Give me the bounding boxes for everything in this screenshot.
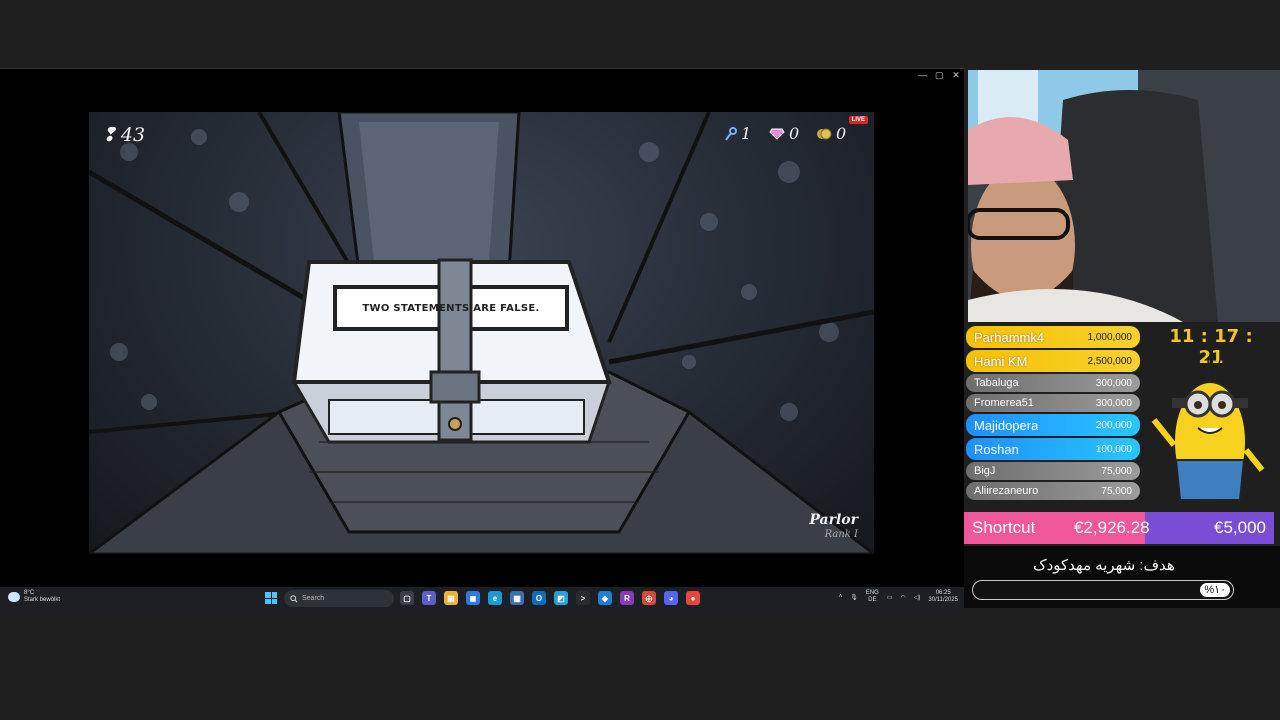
language-indicator[interactable]: ENG DE [866,590,879,604]
donor-name: Majidopera [974,417,1039,433]
donor-name: Hami KM [974,353,1028,369]
donor-name: Tabaluga [974,377,1019,389]
pinned-apps: ▢ T ▤ ◼ e ▦ O ◩ > ◆ R ◎ ◕ ● [400,591,700,605]
footsteps-icon: ❢ [101,124,117,146]
goal-target-amount: €5,000 [1214,518,1266,537]
teams-icon[interactable]: T [422,591,436,605]
task-view-icon[interactable]: ▢ [400,591,414,605]
file-explorer-icon[interactable]: ▤ [444,591,458,605]
sub-goal-progress-track: %۱۰ [972,580,1234,600]
leaderboard-row: Majidopera 200,000 [966,414,1140,436]
outlook-icon[interactable]: O [532,591,546,605]
close-icon[interactable]: ✕ [952,70,960,81]
keys-value: 1 [741,124,752,143]
leaderboard-row: Tabaluga 300,000 [966,374,1140,392]
steps-value: 43 [120,124,146,146]
volume-icon[interactable]: ◁) [914,594,921,601]
live-badge: LIVE [848,116,868,124]
sub-goal-percent: %۱۰ [1200,583,1230,597]
search-icon [290,594,298,603]
windows-taskbar: 8°C Stark bewölkt Search ▢ T ▤ ◼ e ▦ O ◩ > ◆ R ◎ ◕ ● … [0,587,964,611]
donation-leaderboard: Parhammk4 1,000,000 Hami KM 2,500,000 Tabalu… [964,326,1140,502]
edge-icon[interactable]: e [488,591,502,605]
steps-counter: ❢ 43 [101,124,145,146]
leaderboard-row: Fromerea51 300,000 [966,394,1140,412]
donation-amount: 100,000 [1095,443,1132,455]
maximize-icon[interactable]: ▢ [935,70,944,81]
coins-icon [817,128,832,139]
leaderboard-row: BigJ 75,000 [966,462,1140,480]
key-icon [725,126,737,141]
taskbar-clock[interactable]: 06:25 30/11/2025 [928,590,958,604]
donation-amount: 300,000 [1095,377,1132,389]
terminal-icon[interactable]: > [576,591,590,605]
leaderboard-row: Parhammk4 1,000,000 [966,326,1140,348]
sub-goal-widget: هدف: شهریه مهدکودک %۱۰ [964,546,1280,608]
captured-desktop-window: — ▢ ✕ TWO STATEMENTS ARE FALSE. ❢ 43 1 0… [0,68,964,610]
taskbar-date: 30/11/2025 [928,597,958,603]
keyboard-layout: DE [868,597,877,603]
keys-counter: 1 [725,124,751,143]
weather-widget[interactable]: 8°C Stark bewölkt [8,590,60,604]
app-icon[interactable]: ▦ [510,591,524,605]
cloud-icon [8,592,20,602]
donor-name: Roshan [974,441,1019,457]
leaderboard-row: Roshan 100,000 [966,438,1140,460]
search-placeholder: Search [302,595,325,602]
donation-amount: 200,000 [1095,419,1132,431]
donor-name: Aliirezaneuro [974,485,1039,497]
app-icon[interactable]: ◎ [642,591,656,605]
room-name: Parlor [809,512,858,528]
monitor-icon[interactable]: ▭ [887,594,893,601]
leaderboard-row: Aliirezaneuro 75,000 [966,482,1140,500]
store-icon[interactable]: ◼ [466,591,480,605]
rider-icon[interactable]: R [620,591,634,605]
sub-goal-label: هدف: شهریه مهدکودک [1033,557,1175,574]
donation-amount: 2,500,000 [1087,355,1133,367]
donation-amount: 300,000 [1095,397,1132,409]
taskbar-time: 06:25 [935,590,951,596]
leaderboard-row: Hami KM 2,500,000 [966,350,1140,372]
donor-name: BigJ [974,465,996,477]
app-icon[interactable]: ◩ [554,591,568,605]
goal-current-amount: €2,926.28 [1074,518,1150,537]
room-rank: Rank I [824,529,858,540]
parlor-scene [89,112,874,554]
game-viewport[interactable]: TWO STATEMENTS ARE FALSE. ❢ 43 1 0 0 LIV… [89,112,874,554]
chevron-up-icon[interactable]: ˄ [839,594,843,600]
coins-counter: 0 [816,124,846,143]
minimize-icon[interactable]: — [918,70,927,81]
wifi-icon[interactable]: ◠ [901,594,906,601]
gems-value: 0 [789,124,800,143]
vscode-icon[interactable]: ◆ [598,591,612,605]
webcam-feed [968,70,1280,322]
donation-amount: 1,000,000 [1087,331,1133,343]
start-button[interactable] [265,592,277,604]
language-code: ENG [865,590,879,596]
taskbar-search-box[interactable]: Search [284,590,394,607]
donation-goal-bar: Shortcut €2,926.28 €5,000 [964,512,1274,544]
box-statement-text: TWO STATEMENTS ARE FALSE. [362,302,540,314]
windows-logo-icon [265,592,271,598]
chrome-icon[interactable]: ● [686,591,700,605]
weather-temperature: 8°C [24,590,35,596]
streamer-webcam-image [968,70,1280,322]
goal-name: Shortcut [972,518,1036,537]
window-controls: — ▢ ✕ [918,70,960,81]
coins-value: 0 [836,124,847,143]
discord-icon[interactable]: ◕ [664,591,678,605]
weather-description: Stark bewölkt [24,597,61,603]
gems-counter: 0 [769,124,799,143]
donation-amount: 75,000 [1101,465,1132,477]
donation-amount: 75,000 [1101,485,1132,497]
stream-layout: — ▢ ✕ TWO STATEMENTS ARE FALSE. ❢ 43 1 0… [0,0,1280,720]
minion-mascot-icon [1151,359,1265,503]
gem-icon [769,128,785,140]
donor-name: Parhammk4 [974,329,1045,345]
microphone-icon[interactable]: 🎙︎ [850,594,858,601]
donor-name: Fromerea51 [974,397,1034,409]
system-tray: ˄ 🎙︎ ENG DE ▭ ◠ ◁) 06:25 30/11/2025 [839,590,958,604]
